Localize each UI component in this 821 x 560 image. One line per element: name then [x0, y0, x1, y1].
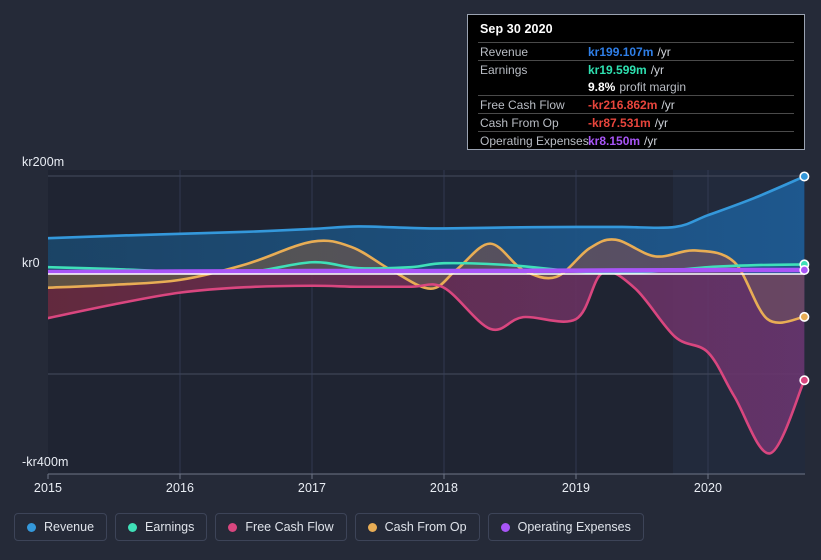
- endpoint-marker-free-cash-flow: [799, 375, 810, 386]
- tooltip-row-unit: /yr: [654, 115, 669, 130]
- legend-item-free-cash-flow[interactable]: Free Cash Flow: [215, 513, 347, 541]
- tooltip-row: Earnings kr19.599m/yr: [478, 60, 794, 78]
- x-axis-tick-label: 2017: [297, 481, 327, 495]
- x-axis-tick-label: 2018: [429, 481, 459, 495]
- tooltip-row-unit: /yr: [657, 44, 671, 59]
- chart-legend[interactable]: Revenue Earnings Free Cash Flow Cash From O…: [14, 513, 644, 541]
- line-operating-expenses: [48, 267, 805, 275]
- chart-tooltip: Sep 30 2020 Revenue kr199.107m/yr Earnings…: [467, 14, 805, 150]
- tooltip-row-value: -kr216.862m: [588, 97, 658, 112]
- tooltip-row-unit: /yr: [661, 97, 675, 112]
- x-axis-tick-label: 2016: [165, 481, 195, 495]
- legend-color-dot-icon: [367, 522, 377, 532]
- tooltip-row-label: Cash From Op: [480, 115, 559, 130]
- legend-item-earnings[interactable]: Earnings: [115, 513, 208, 541]
- tooltip-row-label: Earnings: [480, 62, 528, 77]
- tooltip-row-unit: /yr: [644, 133, 658, 148]
- tooltip-row-label: Operating Expenses: [480, 133, 589, 148]
- tooltip-row: 9.8% profit margin: [478, 78, 794, 95]
- tooltip-date: Sep 30 2020: [480, 22, 553, 36]
- legend-item-label: Free Cash Flow: [245, 520, 334, 534]
- y-axis-tick-label: kr200m: [22, 155, 65, 169]
- tooltip-row-value: -kr87.531m: [588, 115, 651, 130]
- tooltip-row-unit: profit margin: [619, 79, 687, 94]
- x-axis-tick-label: 2019: [561, 481, 591, 495]
- tooltip-row: Revenue kr199.107m/yr: [478, 42, 794, 60]
- financial-chart-widget: kr200m kr0 -kr400m 2015 2016 2017 2018 2019 2020…: [0, 0, 821, 560]
- x-axis-tick-label: 2020: [693, 481, 723, 495]
- endpoint-marker-revenue: [799, 171, 810, 182]
- tooltip-row-label: Revenue: [480, 44, 529, 59]
- tooltip-row: Operating Expenses kr8.150m/yr: [478, 131, 794, 149]
- tooltip-row-value: kr8.150m: [588, 133, 641, 148]
- legend-color-dot-icon: [128, 522, 138, 532]
- tooltip-row-value: 9.8%: [588, 79, 616, 94]
- legend-item-label: Operating Expenses: [517, 520, 631, 534]
- tooltip-row-label: Free Cash Flow: [480, 97, 565, 112]
- tooltip-row: Cash From Op -kr87.531m/yr: [478, 113, 794, 131]
- x-axis-tick-label: 2015: [33, 481, 63, 495]
- y-axis-tick-label: kr0: [22, 256, 40, 270]
- y-axis-tick-label: -kr400m: [22, 455, 69, 469]
- tooltip-row-unit: /yr: [650, 62, 665, 77]
- legend-color-dot-icon: [228, 522, 238, 532]
- legend-item-label: Earnings: [145, 520, 195, 534]
- tooltip-row-value: kr19.599m: [588, 62, 647, 77]
- tooltip-row: Free Cash Flow -kr216.862m/yr: [478, 95, 794, 113]
- legend-color-dot-icon: [500, 522, 510, 532]
- legend-item-operating-expenses[interactable]: Operating Expenses: [487, 513, 644, 541]
- legend-color-dot-icon: [27, 522, 36, 532]
- tooltip-row-value: kr199.107m: [588, 44, 654, 59]
- legend-item-label: Revenue: [44, 520, 95, 534]
- endpoint-marker-operating-expenses: [799, 265, 810, 276]
- legend-item-cash-from-op[interactable]: Cash From Op: [354, 513, 480, 541]
- tooltip-rows: Revenue kr199.107m/yr Earnings kr19.599m/yr…: [478, 42, 794, 149]
- legend-item-revenue[interactable]: Revenue: [14, 513, 108, 541]
- legend-item-label: Cash From Op: [384, 520, 467, 534]
- endpoint-marker-cash-from-op: [799, 311, 810, 322]
